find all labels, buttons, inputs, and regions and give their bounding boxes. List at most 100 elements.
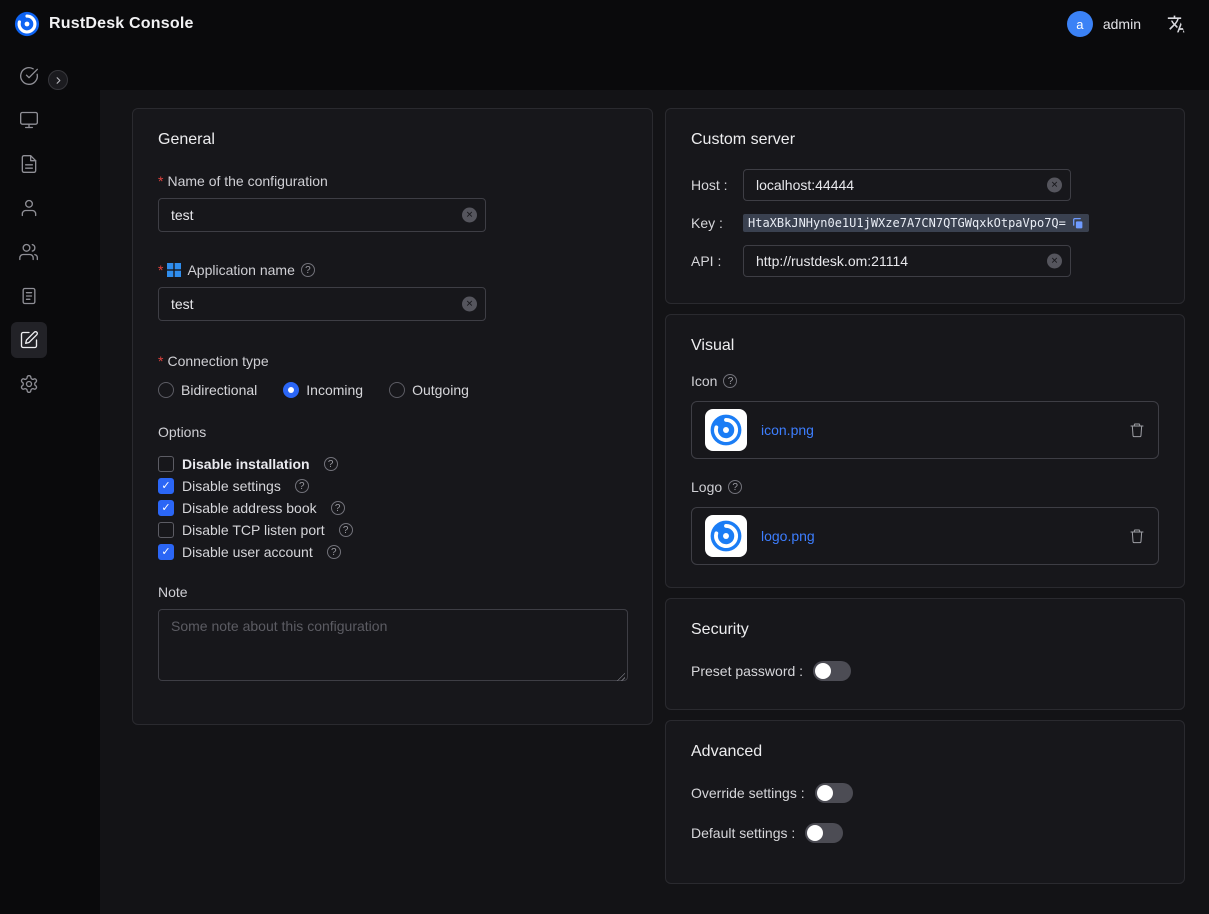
logo-image [705,515,747,557]
option-disable-user-account[interactable]: Disable user account [158,544,627,560]
host-input[interactable] [743,169,1071,201]
clear-input-icon[interactable] [1047,178,1062,193]
avatar-initial: a [1076,17,1083,32]
option-disable-address-book[interactable]: Disable address book [158,500,627,516]
default-settings-label: Default settings : [691,825,795,841]
config-name-input[interactable] [158,198,486,232]
clear-input-icon[interactable] [462,208,477,223]
override-settings-label: Override settings : [691,785,805,801]
checkbox-control[interactable] [158,478,174,494]
help-icon[interactable] [301,263,315,277]
override-settings-toggle[interactable] [815,783,853,803]
sidebar-item-audit[interactable] [11,278,47,314]
help-icon[interactable] [327,545,341,559]
help-icon[interactable] [728,480,742,494]
sidebar-item-documents[interactable] [11,146,47,182]
clear-input-icon[interactable] [1047,254,1062,269]
visual-card: Visual Icon icon.png [665,314,1185,588]
sidebar-item-users[interactable] [11,190,47,226]
sidebar-item-configurations[interactable] [11,322,47,358]
sidebar-expand-button[interactable] [48,70,68,90]
trash-icon [1129,528,1145,544]
chevron-right-icon [53,75,64,86]
general-card: General Name of the configuration [132,108,653,725]
host-row: Host : [691,169,1159,201]
translate-icon [1167,14,1187,34]
visual-title: Visual [691,337,1159,355]
help-icon[interactable] [339,523,353,537]
security-title: Security [691,621,1159,639]
required-asterisk [158,262,167,278]
logo-file-link[interactable]: logo.png [761,528,1115,544]
server-key-value: HtaXBkJNHyn0e1U1jWXze7A7CN7QTGWqxkOtpaVp… [743,214,1089,232]
avatar[interactable]: a [1067,11,1093,37]
gear-icon [19,374,39,394]
connection-type-group: Bidirectional Incoming Outgoing [158,382,627,398]
advanced-title: Advanced [691,743,1159,761]
logo-preview: logo.png [691,507,1159,565]
option-disable-tcp-listen-port[interactable]: Disable TCP listen port [158,522,627,538]
custom-server-title: Custom server [691,131,1159,149]
top-bar: RustDesk Console a admin [0,0,1209,48]
username[interactable]: admin [1103,16,1141,32]
radio-bidirectional[interactable]: Bidirectional [158,382,257,398]
note-label: Note [158,584,627,600]
preset-password-toggle[interactable] [813,661,851,681]
help-icon[interactable] [324,457,338,471]
radio-outgoing[interactable]: Outgoing [389,382,469,398]
radio-control[interactable] [158,382,174,398]
default-settings-toggle[interactable] [805,823,843,843]
sidebar [0,48,58,914]
default-settings-row: Default settings : [691,823,1159,843]
copy-icon[interactable] [1071,217,1084,230]
key-row: Key : HtaXBkJNHyn0e1U1jWXze7A7CN7QTGWqxk… [691,214,1159,232]
sidebar-item-settings[interactable] [11,366,47,402]
required-asterisk [158,353,167,369]
security-card: Security Preset password : [665,598,1185,710]
note-textarea[interactable] [158,609,628,681]
required-asterisk [158,173,167,189]
help-icon[interactable] [723,374,737,388]
brand: RustDesk Console [14,11,194,37]
icon-image [705,409,747,451]
checkbox-control[interactable] [158,544,174,560]
icon-label: Icon [691,373,1159,389]
api-label: API : [691,253,743,269]
advanced-card: Advanced Override settings : Default set… [665,720,1185,884]
api-input[interactable] [743,245,1071,277]
sidebar-item-groups[interactable] [11,234,47,270]
help-icon[interactable] [331,501,345,515]
app-name-input[interactable] [158,287,486,321]
radio-control[interactable] [389,382,405,398]
checkbox-control[interactable] [158,500,174,516]
general-title: General [158,131,627,149]
icon-preview: icon.png [691,401,1159,459]
checkbox-control[interactable] [158,522,174,538]
option-disable-installation[interactable]: Disable installation [158,456,627,472]
key-label: Key : [691,215,743,231]
logo-label: Logo [691,479,1159,495]
option-disable-settings[interactable]: Disable settings [158,478,627,494]
edit-icon [19,330,39,350]
delete-icon-button[interactable] [1129,422,1145,438]
checkbox-control[interactable] [158,456,174,472]
config-name-label: Name of the configuration [158,173,627,189]
clear-input-icon[interactable] [462,297,477,312]
custom-server-card: Custom server Host : Key : HtaXBkJNHyn0e… [665,108,1185,304]
delete-logo-button[interactable] [1129,528,1145,544]
preset-password-row: Preset password : [691,661,1159,681]
language-button[interactable] [1167,14,1187,34]
radio-incoming[interactable]: Incoming [283,382,363,398]
app-name-label: Application name [158,262,627,278]
windows-icon [167,263,181,277]
host-label: Host : [691,177,743,193]
sidebar-item-devices[interactable] [11,102,47,138]
help-icon[interactable] [295,479,309,493]
app-title: RustDesk Console [49,15,194,33]
journal-icon [19,286,39,306]
icon-file-link[interactable]: icon.png [761,422,1115,438]
monitor-icon [19,110,39,130]
preset-password-label: Preset password : [691,663,803,679]
radio-control[interactable] [283,382,299,398]
sidebar-item-status[interactable] [11,58,47,94]
